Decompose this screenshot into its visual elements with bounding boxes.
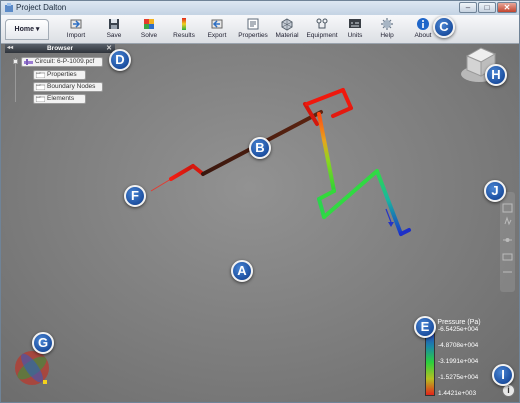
material-icon [281,18,293,31]
pipe-riser [317,112,411,236]
pipe-top-loop [303,88,353,126]
solve-button[interactable]: Solve [137,16,161,43]
folder-icon [36,84,45,90]
tree-expander[interactable] [13,59,18,64]
collapse-icon[interactable]: ◂◂ [7,44,13,53]
import-icon [70,19,82,29]
callout-e: E [414,316,436,338]
tree-node-properties[interactable]: Properties [33,70,86,80]
save-button[interactable]: Save [101,16,127,43]
app-icon [5,3,13,12]
tree-node-label: Circuit: 6-P-1009.pcf [35,58,95,65]
equipment-button[interactable]: Equipment [304,16,340,43]
tree-node-label: Properties [47,71,77,78]
export-button[interactable]: Export [204,16,230,43]
callout-a: A [231,260,253,282]
callout-i: I [492,364,514,386]
folder-icon [36,72,45,78]
save-icon [109,19,119,29]
pipe-red-inlet [150,164,205,192]
material-label: Material [275,32,299,39]
axis-triad-icon[interactable] [12,348,52,388]
solve-icon [144,19,154,29]
callout-j: J [484,180,506,202]
info-icon [417,18,429,30]
maximize-button[interactable]: □ [478,2,496,13]
results-label: Results [173,32,195,39]
tree-node-circuit[interactable]: Circuit: 6-P-1009.pcf [21,57,103,67]
callout-g: G [32,332,54,354]
legend-label: -4.8708e+004 [438,342,479,349]
navigation-toolbar [500,192,515,292]
material-button[interactable]: Material [272,16,302,43]
browser-title: Browser [46,45,73,52]
import-button[interactable]: Import [61,16,91,43]
minimize-button[interactable]: – [459,2,477,13]
browser-header[interactable]: ◂◂ Browser ✕ [5,44,115,53]
results-button[interactable]: Results [170,16,198,43]
tree-node-boundary-nodes[interactable]: Boundary Nodes [33,82,103,92]
solve-label: Solve [140,32,158,39]
title-bar[interactable]: Project Dalton – □ ✕ [1,1,519,15]
tree-node-label: Boundary Nodes [47,83,96,90]
tree-connector [15,58,16,102]
properties-button[interactable]: Properties [234,16,272,43]
properties-icon [247,18,259,30]
help-label: Help [380,32,394,39]
legend-color-bar [425,329,435,396]
tree-node-label: Elements [47,95,75,102]
legend-label: 1.4421e+003 [438,390,477,397]
properties-label: Properties [238,32,268,39]
help-icon [381,18,393,30]
3d-viewport[interactable]: ◂◂ Browser ✕ Circuit: 6-P-1009.pcf Prope… [1,44,519,402]
export-icon [211,19,223,29]
home-tab[interactable]: Home ▾ [5,19,49,40]
legend-label: -1.5275e+004 [438,374,479,381]
legend-label: -3.1991e+004 [438,358,479,365]
window-title: Project Dalton [16,3,67,12]
help-button[interactable]: Help [375,16,399,43]
units-label: Units [347,32,363,39]
browser-panel: ◂◂ Browser ✕ Circuit: 6-P-1009.pcf Prope… [5,44,115,106]
callout-d: D [109,49,131,71]
about-label: About [414,32,432,39]
folder-icon [36,96,45,102]
tree-node-elements[interactable]: Elements [33,94,86,104]
units-button[interactable]: Units [342,16,368,43]
equipment-label: Equipment [306,32,338,39]
close-button[interactable]: ✕ [497,2,517,13]
callout-h: H [485,64,507,86]
legend-label: -6.5425e+004 [438,326,479,333]
nav-cube-icon[interactable] [500,192,515,292]
save-label: Save [106,32,122,39]
callout-f: F [124,185,146,207]
import-label: Import [66,32,86,39]
app-window: Project Dalton – □ ✕ Home ▾ Import Save … [0,0,520,403]
callout-c: C [433,16,455,38]
units-icon [349,19,361,28]
circuit-icon [24,59,33,65]
export-label: Export [207,32,227,39]
equipment-icon [316,18,328,29]
results-icon [182,18,186,30]
callout-b: B [249,137,271,159]
